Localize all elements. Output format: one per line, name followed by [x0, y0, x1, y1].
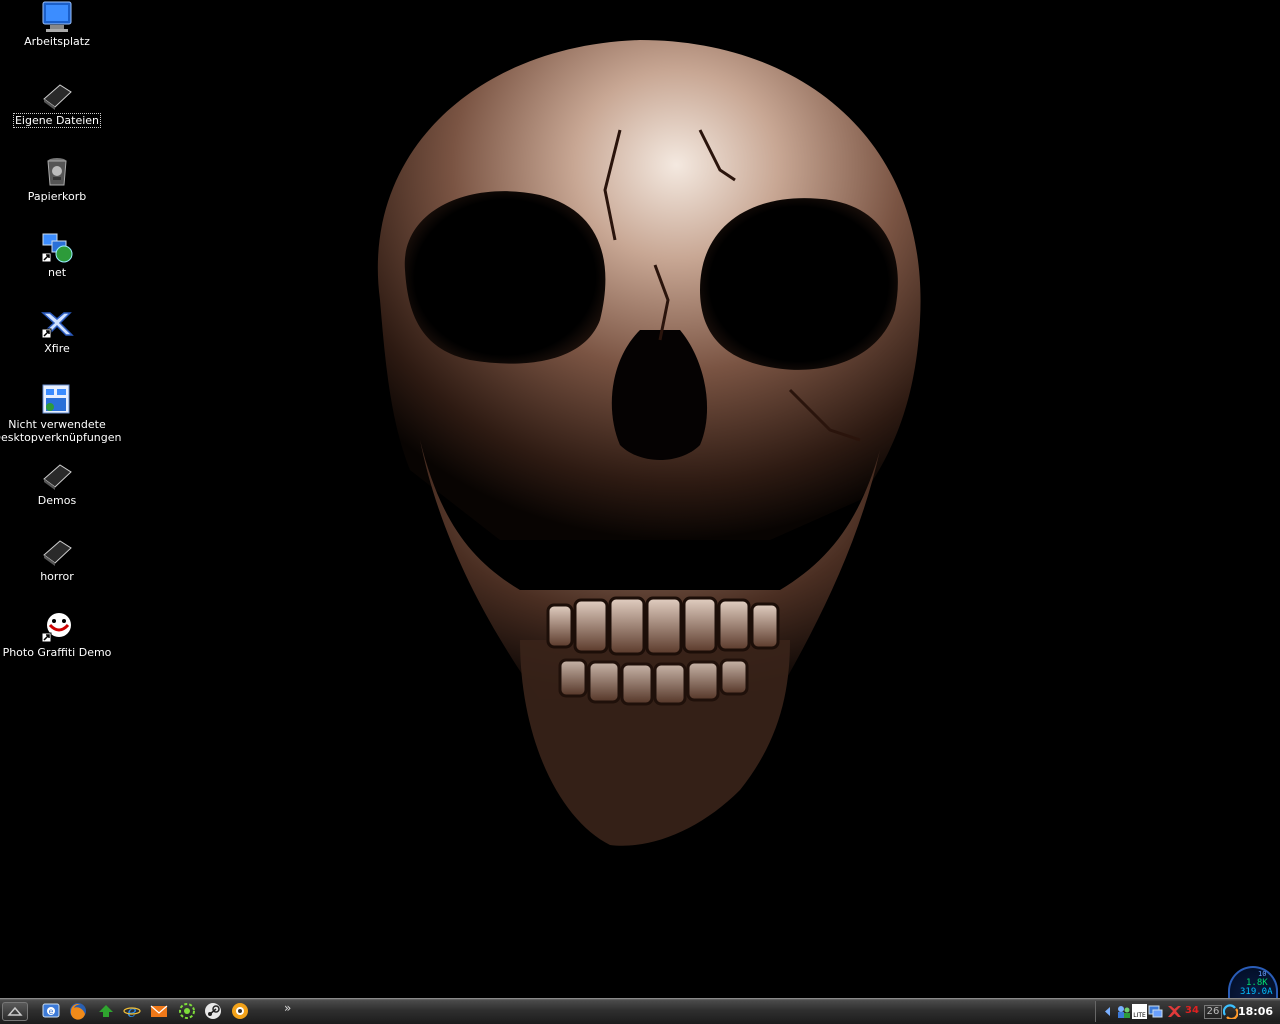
desktop-icon-net[interactable]: net: [0, 231, 114, 279]
start-icon: [7, 1006, 23, 1016]
desktop-icon-papierkorb[interactable]: Papierkorb: [0, 155, 114, 203]
desktop-icon-xfire[interactable]: Xfire: [0, 307, 114, 355]
refresh-icon[interactable]: [1223, 1004, 1238, 1019]
desktop-icon-label: Arbeitsplatz: [24, 35, 90, 48]
svg-text:LITE: LITE: [1133, 1012, 1146, 1019]
desktop-icon-photo-graffiti-demo[interactable]: Photo Graffiti Demo: [0, 611, 114, 659]
network-users-icon[interactable]: [1116, 1004, 1131, 1019]
desktop-icon-demos[interactable]: Demos: [0, 459, 114, 507]
monitor-icon[interactable]: [1148, 1004, 1163, 1019]
desktop-icon-label: Demos: [37, 494, 77, 507]
desktop-icon-eigene-dateien[interactable]: Eigene Dateien: [0, 79, 114, 128]
photo-graffiti-icon: [41, 613, 71, 643]
desktop-icon-arbeitsplatz[interactable]: Arbeitsplatz: [0, 0, 114, 48]
my-computer-icon: [42, 1, 72, 32]
mail-icon[interactable]: [150, 1002, 168, 1020]
temperature-icon[interactable]: 34: [1185, 1005, 1201, 1020]
show-desktop-icon[interactable]: e: [42, 1002, 60, 1020]
limewire-icon[interactable]: [97, 1002, 115, 1020]
net-meter-down: 319.0A: [1240, 987, 1273, 997]
network-shortcut-icon: [41, 233, 73, 263]
folder-icon: [43, 464, 72, 490]
calendar-icon[interactable]: 26: [1204, 1005, 1222, 1019]
internet-explorer-icon[interactable]: e: [123, 1002, 141, 1020]
desktop-icon-label: Photo Graffiti Demo: [2, 646, 112, 659]
clock[interactable]: 18:06: [1238, 1005, 1273, 1018]
skull-wallpaper: [0, 0, 1280, 998]
unused-shortcuts-folder-icon: [42, 384, 70, 414]
apps-icon[interactable]: [178, 1002, 196, 1020]
desktop-icon-label: net: [47, 266, 67, 279]
my-documents-icon: [43, 84, 72, 110]
start-button[interactable]: [2, 1002, 28, 1021]
desktop-icon-label: Xfire: [44, 342, 70, 355]
system-tray: LITE 34 26 18:06: [1095, 1001, 1280, 1022]
desktop-icon-label: Papierkorb: [27, 190, 87, 203]
xfire-tray-icon[interactable]: [1167, 1004, 1182, 1019]
steam-icon[interactable]: [204, 1002, 222, 1020]
xfire-icon: [41, 312, 74, 339]
desktop-icon-horror[interactable]: horror: [0, 535, 114, 583]
lite-icon[interactable]: LITE: [1132, 1004, 1147, 1019]
taskbar: e e » LITE 34 26 18:06: [0, 998, 1280, 1024]
desktop-icon-unused-shortcuts[interactable]: Nicht verwendete Desktopverknüpfungen: [0, 383, 122, 444]
desktop-icon-label: horror: [40, 570, 74, 583]
desktop-icon-label: Nicht verwendete Desktopverknüpfungen: [0, 418, 122, 444]
svg-text:e: e: [49, 1007, 54, 1016]
quick-launch-more-button[interactable]: »: [284, 1001, 291, 1015]
firefox-icon[interactable]: [69, 1002, 87, 1020]
folder-icon: [43, 540, 72, 566]
recycle-bin-icon: [47, 158, 67, 186]
expand-arrow-icon[interactable]: [1100, 1004, 1115, 1019]
desktop-icon-label: Eigene Dateien: [12, 113, 102, 128]
svg-text:e: e: [127, 1002, 136, 1020]
messenger-icon[interactable]: [231, 1002, 249, 1020]
